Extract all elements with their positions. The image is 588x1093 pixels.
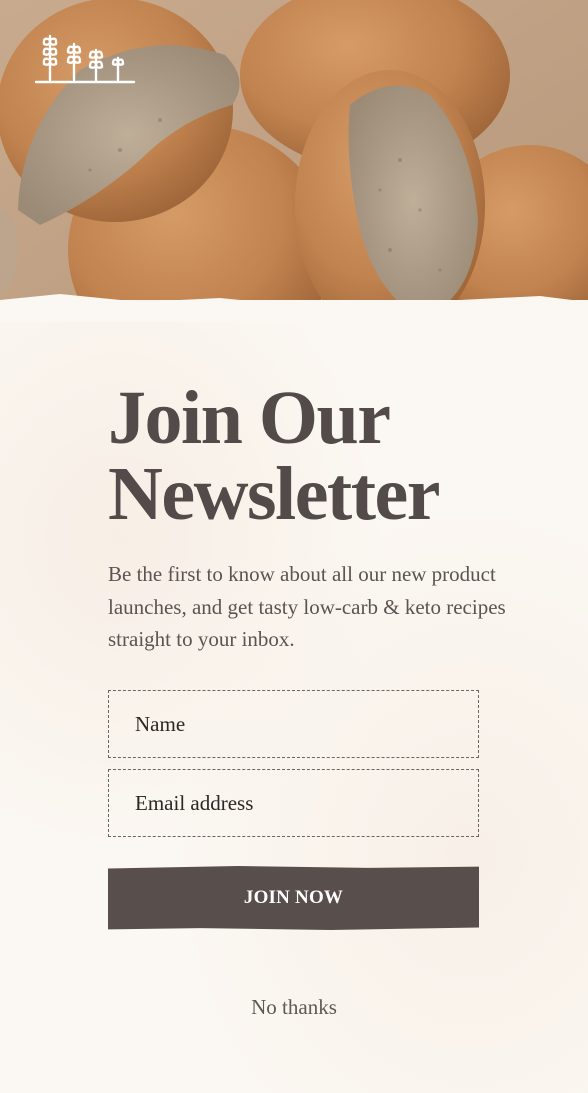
newsletter-title: Join Our Newsletter bbox=[108, 380, 528, 532]
torn-edge-divider bbox=[0, 294, 588, 322]
newsletter-title-line1: Join Our bbox=[108, 376, 391, 460]
wheat-stalks-logo-icon[interactable] bbox=[34, 30, 136, 88]
newsletter-title-line2: Newsletter bbox=[108, 452, 441, 536]
no-thanks-link[interactable]: No thanks bbox=[0, 995, 588, 1020]
email-field[interactable] bbox=[108, 769, 479, 837]
join-now-button[interactable]: JOIN NOW bbox=[108, 866, 479, 930]
newsletter-popup: Join Our Newsletter Be the first to know… bbox=[0, 0, 588, 1093]
name-field[interactable] bbox=[108, 690, 479, 758]
newsletter-description: Be the first to know about all our new p… bbox=[108, 562, 506, 651]
